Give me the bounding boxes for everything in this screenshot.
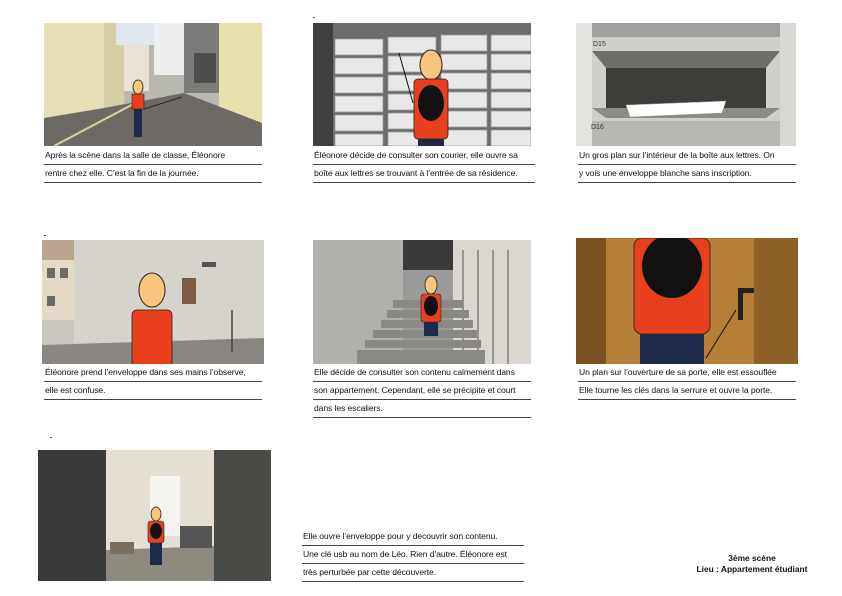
panel-7-caption: Elle ouvre l’enveloppe pour y decouvrir … [302,528,524,582]
caption-line: Une clé usb au nom de Léo. Rien d’autre.… [302,546,524,564]
caption-line: son appartement. Cependant, elle se préc… [313,382,531,400]
scene-info: 3ème scène Lieu : Appartement étudiant [690,553,814,575]
caption-line: Elle ouvre l’enveloppe pour y decouvrir … [302,528,524,546]
panel-3-image: D15 D16 [576,23,796,146]
caption-line: Un plan sur l’ouverture de sa porte, ell… [578,364,796,382]
caption-line: Elle tourne les clés dans la serrure et … [578,382,796,400]
panel-2-caption: Éléonore décide de consulter son courier… [313,147,535,183]
panel-6-caption: Un plan sur l’ouverture de sa porte, ell… [578,364,796,400]
panel-2-image [313,23,531,146]
caption-line: Éléonore décide de consulter son courier… [313,147,535,165]
caption-line: Après la scène dans la salle de classe, … [44,147,262,165]
caption-line: Éléonore prend l’enveloppe dans ses main… [44,364,262,382]
mailbox-label-d15: D15 [593,41,606,48]
caption-line: Un gros plan sur l’intérieur de la boîte… [578,147,796,165]
caption-line: très perturbée par cette découverte. [302,564,524,582]
caption-line: elle est confuse. [44,382,262,400]
panel-5-image [313,240,531,364]
panel-3-caption: Un gros plan sur l’intérieur de la boîte… [578,147,796,183]
caption-line: boîte aux lettres se trouvant à l’entrée… [313,165,535,183]
scene-place: Lieu : Appartement étudiant [696,564,808,574]
panel-4-caption: Éléonore prend l’enveloppe dans ses main… [44,364,262,400]
caption-line: y vois une enveloppe blanche sans inscri… [578,165,796,183]
panel-5-caption: Elle décide de consulter son contenu cal… [313,364,531,418]
mailbox-label-d16: D16 [591,124,604,131]
panel-1-caption: Après la scène dans la salle de classe, … [44,147,262,183]
scene-title: 3ème scène [728,553,776,563]
caption-line: rentre chez elle. C’est la fin de la jou… [44,165,262,183]
panel-1-image [44,23,262,146]
panel-4-image [42,240,264,364]
panel-6-image [576,238,798,364]
caption-line: dans les escaliers. [313,400,531,418]
panel-7-image [38,450,271,581]
caption-line: Elle décide de consulter son contenu cal… [313,364,531,382]
